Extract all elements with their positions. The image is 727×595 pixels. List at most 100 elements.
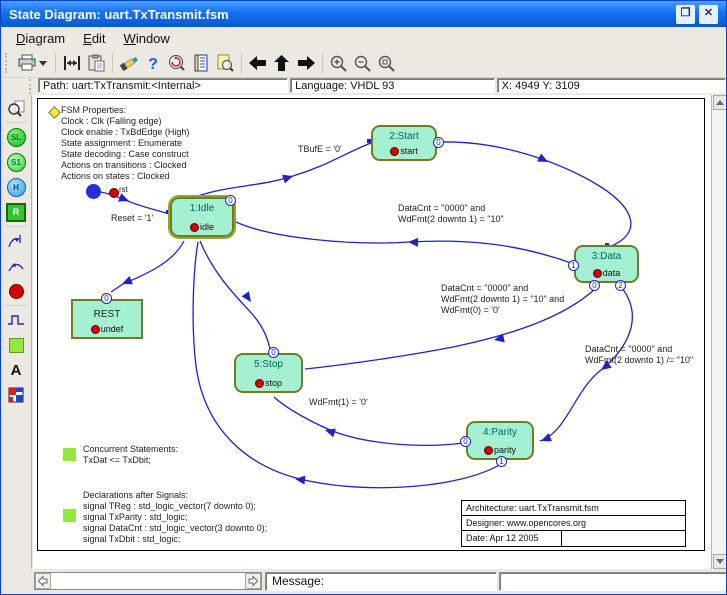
state-action[interactable]: stop	[236, 378, 301, 388]
print-dropdown[interactable]	[39, 61, 47, 66]
r-state-tool[interactable]: R	[2, 200, 30, 224]
state-parity[interactable]: 4:Parityparity	[466, 421, 534, 460]
clock-wave-tool[interactable]	[2, 308, 30, 332]
close-button[interactable]: ✕	[699, 5, 718, 24]
horizontal-scrollbar[interactable]	[34, 572, 262, 590]
up-arrow-icon	[716, 100, 724, 105]
s1-ball-icon: S1	[7, 153, 26, 172]
info-designer: Designer: www.opencores.org	[462, 516, 685, 531]
print-icon[interactable]	[15, 52, 39, 74]
flashlight-icon[interactable]	[117, 52, 141, 74]
transition-tool[interactable]	[2, 229, 30, 253]
info-date: Date: Apr 12 2005	[466, 531, 562, 546]
r-square-icon: R	[6, 203, 26, 222]
transition-priority[interactable]: 0	[268, 347, 279, 358]
diagram-canvas[interactable]: Architecture: uart.TxTransmit.fsm Design…	[33, 95, 711, 569]
transition-priority[interactable]: 2	[615, 280, 626, 291]
find-in-page-icon[interactable]	[213, 52, 237, 74]
scroll-right-button[interactable]	[245, 573, 261, 589]
application-window: State Diagram: uart.TxTransmit.fsm ❐ ✕ D…	[0, 0, 727, 595]
status-extra-field	[499, 572, 727, 591]
zoom-out-icon[interactable]	[351, 52, 375, 74]
transition-priority[interactable]: 0	[460, 436, 471, 447]
initial-state[interactable]	[86, 184, 101, 199]
concurrent-block-tool[interactable]	[2, 333, 30, 357]
state-rest[interactable]: REST undef	[71, 299, 143, 339]
toolbar-separator	[112, 53, 113, 73]
annotation-text[interactable]: Concurrent Statements:TxDat <= TxDbit;	[83, 444, 178, 466]
arc-transition-tool[interactable]	[2, 254, 30, 278]
path-bar: Path: uart:TxTransmit:<Internal> Languag…	[1, 78, 726, 95]
state-action-dot-icon	[91, 325, 100, 334]
transition-priority[interactable]: 0	[433, 137, 444, 148]
transition-label[interactable]: DataCnt = "0000" andWdFmt(2 downto 1) = …	[441, 283, 564, 316]
point-state-tool[interactable]	[2, 279, 30, 303]
square-marker-icon[interactable]	[63, 509, 76, 522]
state-start[interactable]: 2:Startstart	[371, 125, 437, 161]
info-architecture: Architecture: uart.TxTransmit.fsm	[462, 501, 685, 516]
transition-priority[interactable]: 0	[225, 195, 236, 206]
transition-idle-stop	[200, 241, 270, 349]
transition-priority[interactable]: 1	[568, 260, 579, 271]
transition-priority[interactable]: 0	[589, 280, 600, 291]
window-title: State Diagram: uart.TxTransmit.fsm	[9, 7, 229, 22]
toolbar-separator	[55, 53, 56, 73]
state-action-label: stop	[265, 378, 282, 388]
toolbar: ?	[1, 49, 726, 78]
decoration-tool[interactable]	[2, 383, 30, 407]
transition-priority[interactable]: 0	[101, 293, 112, 304]
state-action[interactable]: idle	[172, 222, 232, 232]
state-action[interactable]: undef	[73, 324, 141, 334]
nav-forward-icon[interactable]	[294, 52, 318, 74]
scroll-left-button[interactable]	[35, 573, 51, 589]
text-tool[interactable]: A	[2, 358, 30, 382]
zoom-in-icon[interactable]	[327, 52, 351, 74]
annotation-text[interactable]: Declarations after Signals:signal TReg :…	[83, 490, 267, 545]
paste-icon[interactable]	[84, 52, 108, 74]
state-s1-tool[interactable]: S1	[2, 150, 30, 174]
menu-window[interactable]: Window	[115, 29, 179, 48]
transition-label[interactable]: TBufE = '0'	[298, 144, 342, 155]
title-bar[interactable]: State Diagram: uart.TxTransmit.fsm ❐ ✕	[1, 1, 726, 27]
menu-edit[interactable]: Edit	[74, 29, 114, 48]
vertical-scrollbar[interactable]	[711, 95, 727, 569]
find-history-icon[interactable]	[165, 52, 189, 74]
state-idle[interactable]: 1:Idleidle	[170, 197, 234, 237]
pathbar-grip[interactable]	[29, 79, 37, 94]
transition-label[interactable]: Reset = '1'	[111, 213, 153, 224]
coords-field: X: 4949 Y: 3109	[497, 78, 726, 93]
scroll-up-button[interactable]	[713, 95, 727, 110]
green-square-icon	[9, 338, 24, 353]
svg-text:?: ?	[148, 56, 158, 72]
fit-width-icon[interactable]	[60, 52, 84, 74]
transition-label[interactable]: DataCnt = "0000" andWdFmt(2 downto 1) = …	[398, 203, 504, 225]
maximize-button[interactable]: ❐	[676, 5, 695, 24]
state-label: REST	[73, 309, 141, 320]
transition-label[interactable]: DataCnt = "0000" andWdFmt(2 downto 1) /=…	[585, 344, 693, 366]
zoom-page-icon[interactable]	[375, 52, 399, 74]
transition-idle-rest	[111, 241, 184, 292]
menu-diagram[interactable]: Diagram	[7, 29, 74, 48]
message-field: Message:	[265, 572, 497, 591]
state-sl-tool[interactable]: SL	[2, 125, 30, 149]
state-action[interactable]: data	[576, 268, 637, 278]
state-stop[interactable]: 5:Stopstop	[234, 353, 303, 393]
state-data[interactable]: 3:Datadata	[574, 245, 639, 283]
state-action-label: start	[400, 146, 418, 156]
annotation-text[interactable]: FSM Properties:Clock : Clk (Falling edge…	[61, 105, 189, 182]
document-icon[interactable]	[189, 52, 213, 74]
help-icon[interactable]: ?	[141, 52, 165, 74]
state-action[interactable]: start	[373, 146, 435, 156]
hierarchy-tool[interactable]: H	[2, 175, 30, 199]
toolbar-grip[interactable]	[5, 53, 11, 73]
zoom-select-icon[interactable]	[2, 96, 30, 120]
transition-priority[interactable]: 1	[496, 456, 507, 467]
nav-up-icon[interactable]	[270, 52, 294, 74]
text-a-icon: A	[11, 362, 22, 379]
state-action-label: idle	[200, 222, 214, 232]
scroll-down-button[interactable]	[713, 554, 727, 569]
nav-back-icon[interactable]	[246, 52, 270, 74]
state-action[interactable]: parity	[468, 445, 532, 455]
transition-label[interactable]: WdFmt(1) = '0'	[309, 397, 368, 408]
square-marker-icon[interactable]	[63, 448, 76, 461]
